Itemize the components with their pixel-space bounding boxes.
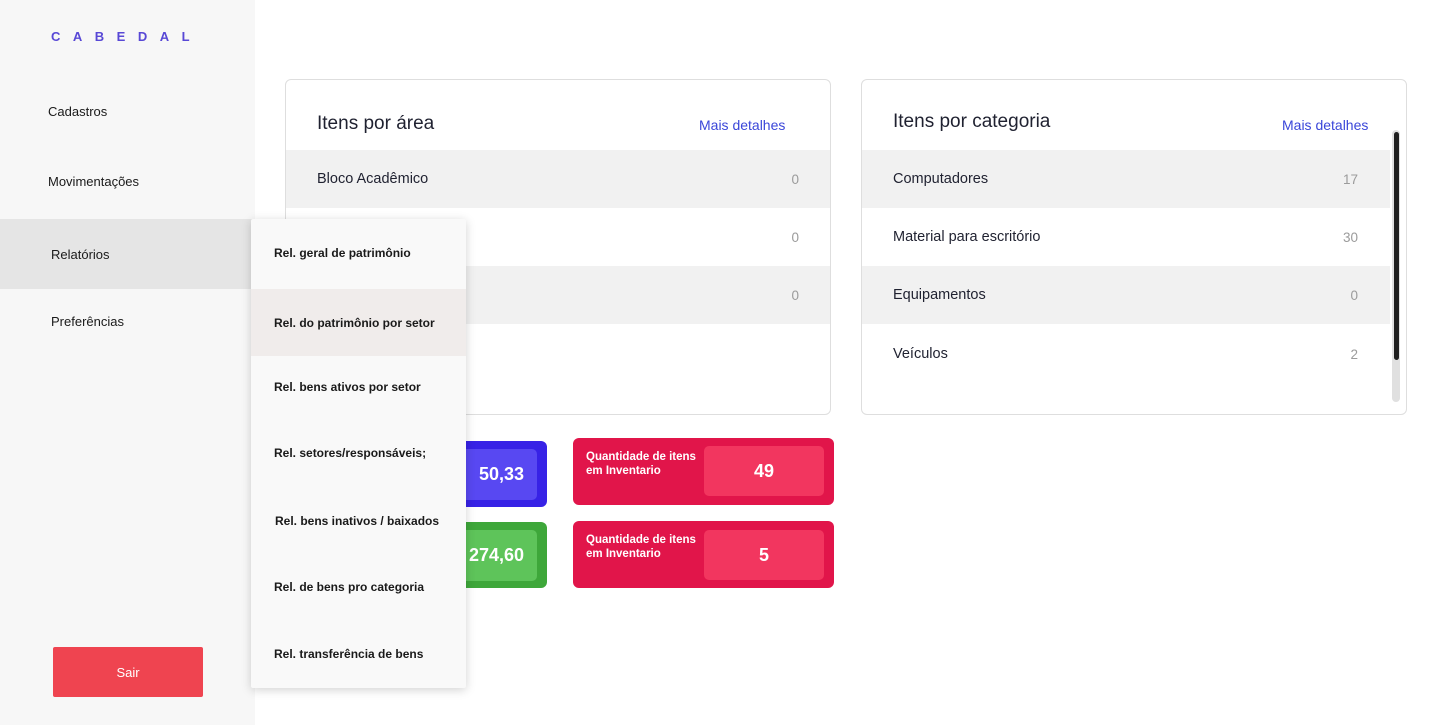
logout-button[interactable]: Sair	[53, 647, 203, 697]
row-name: Computadores	[893, 171, 989, 187]
items-by-category-card: Itens por categoria Mais detalhes Comput…	[861, 79, 1407, 415]
more-details-link[interactable]: Mais detalhes	[699, 117, 785, 133]
sidebar-item-preferencias[interactable]: Preferências	[0, 286, 255, 356]
menu-item-asset-transfer[interactable]: Rel. transferência de bens	[251, 620, 466, 687]
menu-item-assets-by-category[interactable]: Rel. de bens pro categoria	[251, 553, 466, 620]
sidebar-item-relatorios[interactable]: Relatórios	[0, 219, 255, 289]
row-value: 30	[1342, 229, 1358, 245]
stat-tile-inventory: Quantidade de itens em Inventario 5	[573, 521, 834, 588]
sidebar-item-label: Movimentações	[48, 173, 140, 189]
row-value: 2	[1350, 346, 1358, 362]
card-title: Itens por área	[317, 113, 435, 134]
row-name: Material para escritório	[893, 229, 1041, 245]
brand-logo: CABEDAL	[51, 29, 203, 44]
menu-item-active-assets[interactable]: Rel. bens ativos por setor	[251, 353, 466, 420]
table-row[interactable]: Computadores 17	[862, 150, 1390, 208]
sidebar-item-cadastros[interactable]: Cadastros	[0, 76, 255, 146]
sidebar-item-label: Preferências	[51, 313, 124, 329]
sidebar-item-label: Cadastros	[48, 103, 108, 119]
scrollbar-thumb[interactable]	[1394, 132, 1399, 360]
stat-tile-inventory: Quantidade de itens em Inventario 49	[573, 438, 834, 505]
row-name: Equipamentos	[893, 287, 986, 303]
menu-item-sectors-responsibles[interactable]: Rel. setores/responsáveis;	[251, 419, 466, 486]
table-row[interactable]: Veículos 2	[862, 325, 1390, 383]
table-row[interactable]: Material para escritório 30	[862, 208, 1390, 266]
row-value: 0	[791, 171, 799, 187]
more-details-link[interactable]: Mais detalhes	[1282, 117, 1368, 133]
row-name: Veículos	[893, 346, 948, 362]
row-value: 0	[791, 287, 799, 303]
menu-item-inactive-assets[interactable]: Rel. bens inativos / baixados	[251, 487, 466, 554]
row-name: Bloco Acadêmico	[317, 171, 429, 187]
row-value: 0	[791, 229, 799, 245]
row-value: 17	[1342, 171, 1358, 187]
table-row[interactable]: Bloco Acadêmico 0	[286, 150, 830, 208]
stat-label: Quantidade de itens em Inventario	[586, 451, 696, 477]
stat-value: 49	[704, 446, 824, 496]
table-row[interactable]: Equipamentos 0	[862, 266, 1390, 324]
menu-item-report-by-sector[interactable]: Rel. do patrimônio por setor	[251, 289, 466, 356]
sidebar-item-movimentacoes[interactable]: Movimentações	[0, 146, 255, 216]
menu-item-general-report[interactable]: Rel. geral de patrimônio	[251, 219, 466, 286]
stat-label: Quantidade de itens em Inventario	[586, 534, 696, 560]
row-value: 0	[1350, 287, 1358, 303]
card-title: Itens por categoria	[893, 111, 1051, 132]
stat-value: 5	[704, 530, 824, 580]
reports-dropdown-menu: Rel. geral de patrimônio Rel. do patrimô…	[251, 219, 466, 688]
sidebar: CABEDAL Cadastros Movimentações Relatóri…	[0, 0, 255, 725]
sidebar-item-label: Relatórios	[51, 246, 110, 262]
